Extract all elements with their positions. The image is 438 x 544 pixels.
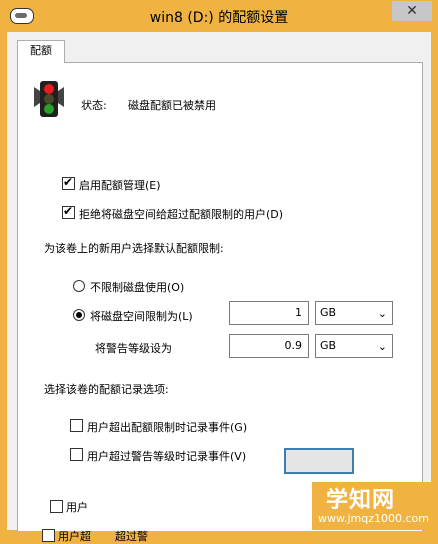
close-button[interactable]: ✕: [392, 1, 432, 21]
default-limit-heading: 为该卷上的新用户选择默认配额限制:: [44, 242, 224, 255]
log-over-warning-label[interactable]: 用户超过警告等级时记录事件(V): [87, 448, 246, 464]
limit-unit-value: GB: [320, 306, 337, 319]
log-over-warning-checkbox[interactable]: [70, 448, 83, 461]
no-limit-radio[interactable]: [73, 280, 85, 292]
enable-quota-label[interactable]: 启用配额管理(E): [79, 177, 161, 193]
green-lamp: [44, 104, 54, 114]
watermark: 学知网 www.jmqz1000.com: [312, 482, 436, 530]
watermark-url: www.jmqz1000.com: [318, 512, 429, 525]
limit-to-radio[interactable]: [73, 309, 85, 321]
warning-level-label: 将警告等级设为: [95, 342, 172, 355]
log-over-limit-checkbox[interactable]: [70, 419, 83, 432]
yellow-lamp: [44, 94, 54, 104]
warning-value-input[interactable]: 0.9: [229, 334, 309, 358]
ok-button[interactable]: [284, 448, 354, 474]
tab-panel: 状态: 磁盘配额已被禁用 启用配额管理(E) 拒绝将磁盘空间给超过配额限制的用户…: [17, 62, 423, 543]
partial-checkbox-2[interactable]: [42, 529, 55, 542]
close-icon: ✕: [406, 3, 418, 19]
window-title: win8 (D:) 的配额设置: [149, 10, 289, 26]
status-label: 状态:: [81, 99, 107, 112]
dialog-client: 配额 状态: 磁盘配额已被禁用 启用配额管理(E) 拒绝将磁盘空间给超过配额限制…: [7, 32, 431, 543]
partial-label-2a: 用户超: [58, 530, 91, 543]
chevron-down-icon: ⌄: [377, 307, 387, 320]
red-lamp: [44, 84, 54, 94]
traffic-light-body: [40, 81, 58, 117]
limit-to-label[interactable]: 将磁盘空间限制为(L): [90, 308, 193, 324]
deny-space-label[interactable]: 拒绝将磁盘空间给超过配额限制的用户(D): [79, 206, 283, 222]
log-over-limit-label[interactable]: 用户超出配额限制时记录事件(G): [87, 419, 247, 435]
title-bar: win8 (D:) 的配额设置 ✕: [0, 0, 438, 32]
partial-label-2b: 超过警: [115, 530, 148, 543]
warning-unit-select[interactable]: GB ⌄: [315, 334, 393, 358]
watermark-main: 学知网: [326, 488, 396, 513]
limit-unit-select[interactable]: GB ⌄: [315, 301, 393, 325]
chevron-down-icon: ⌄: [377, 340, 387, 353]
status-value: 磁盘配额已被禁用: [128, 99, 216, 112]
limit-value-input[interactable]: 1: [229, 301, 309, 325]
logging-heading: 选择该卷的配额记录选项:: [44, 383, 169, 396]
warning-unit-value: GB: [320, 339, 337, 352]
partial-checkbox-1[interactable]: [50, 500, 63, 513]
deny-space-checkbox[interactable]: [62, 204, 75, 219]
enable-quota-checkbox[interactable]: [62, 175, 75, 190]
no-limit-label[interactable]: 不限制磁盘使用(O): [90, 279, 184, 295]
partial-label-1: 用户: [66, 501, 88, 514]
tab-quota[interactable]: 配额: [17, 40, 65, 63]
